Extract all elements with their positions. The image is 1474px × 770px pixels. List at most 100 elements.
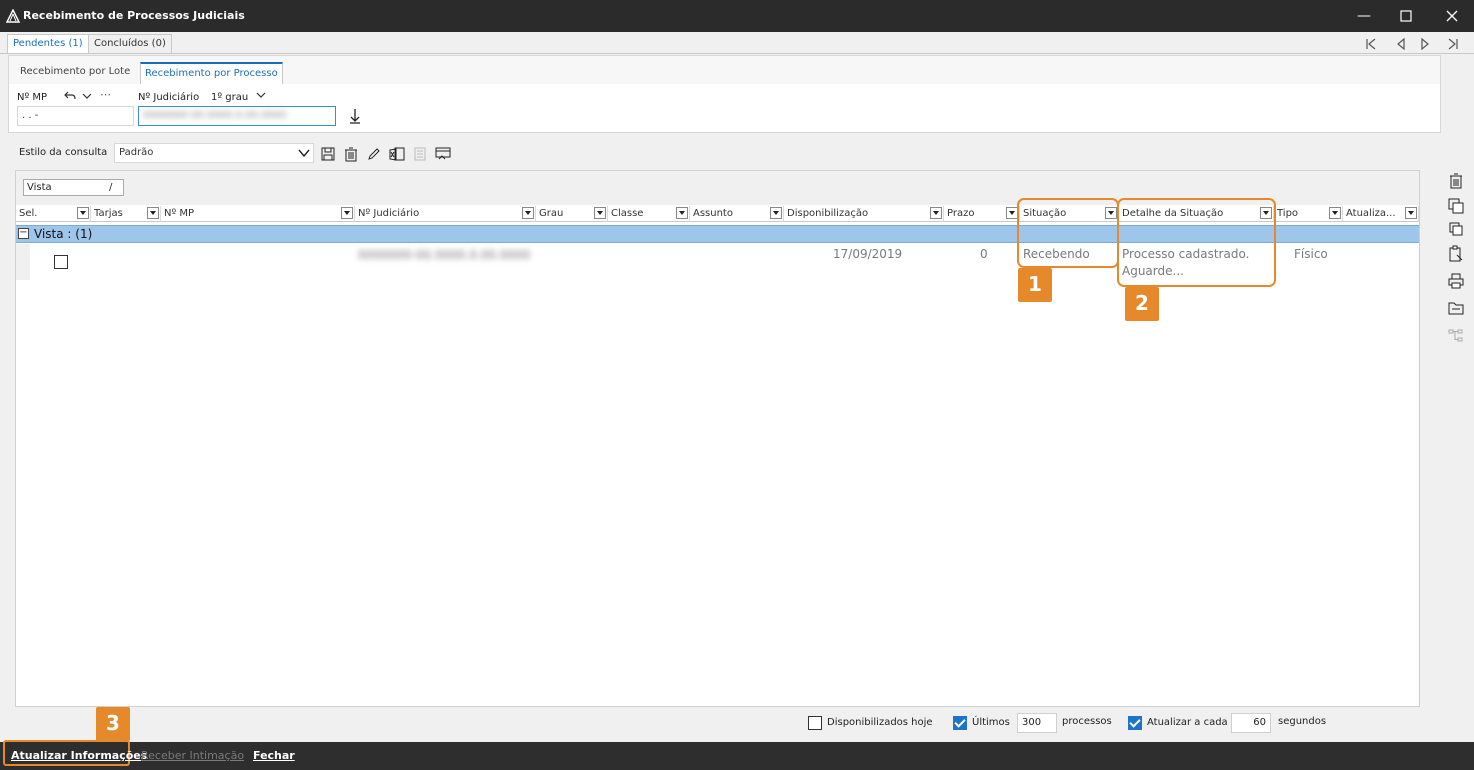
processos-label: processos — [1062, 716, 1112, 727]
side-print-icon[interactable] — [1447, 272, 1465, 290]
edit-icon[interactable] — [366, 146, 382, 162]
side-delete-icon[interactable] — [1447, 172, 1465, 190]
title-bar: Recebimento de Processos Judiciais — — [0, 0, 1474, 32]
atualizar-cada-checkbox[interactable] — [1128, 716, 1142, 730]
col-grau-label: Grau — [539, 208, 564, 219]
col-assunto-label: Assunto — [693, 208, 733, 219]
col-grau-filter-icon[interactable] — [594, 207, 606, 219]
col-tarjas-filter-icon[interactable] — [147, 207, 159, 219]
col-judiciario-filter-icon[interactable] — [522, 207, 534, 219]
last-record-icon[interactable] — [1446, 37, 1460, 51]
first-record-icon[interactable] — [1364, 37, 1378, 51]
tab-divider — [0, 53, 1474, 54]
col-disponibilizacao-label: Disponibilização — [787, 208, 869, 219]
row-tipo: Físico — [1294, 247, 1328, 261]
side-duplicate-icon[interactable] — [1447, 220, 1465, 238]
group-label: Vista : (1) — [34, 227, 93, 241]
callout-highlight-situacao — [1017, 198, 1119, 268]
style-chevron-icon — [298, 149, 310, 158]
col-sel-filter-icon[interactable] — [77, 207, 89, 219]
row-select-checkbox[interactable] — [54, 255, 68, 269]
col-mp-label: Nº MP — [164, 208, 195, 219]
col-grau[interactable]: Grau — [536, 206, 608, 222]
subtab-processo[interactable]: Recebimento por Processo — [140, 62, 283, 84]
subtab-lote[interactable]: Recebimento por Lote — [16, 62, 134, 84]
col-prazo-label: Prazo — [947, 208, 975, 219]
col-classe[interactable]: Classe — [608, 206, 690, 222]
judiciario-value: 0000000-00.0000.0.00.0000 — [143, 110, 287, 121]
side-folder-icon[interactable] — [1447, 299, 1465, 317]
col-assunto[interactable]: Assunto — [690, 206, 784, 222]
col-assunto-filter-icon[interactable] — [770, 207, 782, 219]
side-paste-icon[interactable] — [1447, 245, 1465, 263]
tab-concluidos[interactable]: Concluídos (0) — [88, 34, 172, 54]
collapse-icon[interactable]: − — [18, 228, 29, 239]
col-tipo-label: Tipo — [1277, 208, 1299, 219]
tab-pendentes[interactable]: Pendentes (1) — [7, 34, 89, 54]
mp-input[interactable]: . . - — [17, 106, 134, 126]
more-icon[interactable]: ⋯ — [100, 88, 111, 101]
undo-icon[interactable] — [63, 90, 77, 102]
segundos-label: segundos — [1278, 716, 1327, 727]
atualizar-cada-label: Atualizar a cada — [1147, 717, 1228, 728]
vista-group-chip[interactable]: Vista / — [23, 179, 124, 196]
col-disponibilizacao-filter-icon[interactable] — [930, 207, 942, 219]
ultimos-checkbox[interactable] — [953, 716, 967, 730]
style-select[interactable]: Padrão — [114, 143, 314, 163]
grau-label: 1º grau — [211, 92, 249, 103]
callout-badge-2: 2 — [1125, 287, 1159, 321]
vista-chip-label: Vista — [27, 182, 52, 193]
fechar-button[interactable]: Fechar — [253, 749, 295, 762]
delete-icon[interactable] — [343, 146, 359, 162]
col-sel[interactable]: Sel. — [16, 206, 91, 222]
grau-chevron-icon[interactable] — [255, 90, 267, 100]
callout-badge-1: 1 — [1018, 268, 1052, 302]
row-judiciario: 0000000-00.0000.0.00.0000 — [358, 248, 531, 262]
col-judiciario[interactable]: Nº Judiciário — [355, 206, 536, 222]
callout-badge-3: 3 — [96, 707, 130, 741]
col-tarjas-label: Tarjas — [94, 208, 123, 219]
col-mp-filter-icon[interactable] — [341, 207, 353, 219]
style-label: Estilo da consulta — [19, 147, 108, 158]
side-copy-icon[interactable] — [1447, 197, 1465, 215]
receber-intimacao-button[interactable]: Receber Intimação — [141, 749, 244, 762]
disponibilizados-hoje-checkbox[interactable] — [808, 716, 822, 730]
col-atualiza-label: Atualiza... — [1346, 208, 1396, 219]
col-tipo[interactable]: Tipo — [1274, 206, 1343, 222]
download-icon[interactable] — [348, 107, 362, 125]
row-prazo: 0 — [980, 247, 988, 261]
side-tree-icon — [1448, 329, 1463, 342]
col-prazo[interactable]: Prazo — [944, 206, 1020, 222]
col-tarjas[interactable]: Tarjas — [91, 206, 161, 222]
callout-highlight-detalhe — [1117, 198, 1276, 287]
export-excel-icon[interactable] — [389, 146, 405, 162]
col-atualiza-filter-icon[interactable] — [1405, 207, 1417, 219]
row-indent — [16, 244, 30, 280]
mp-label: Nº MP — [17, 92, 48, 103]
judiciario-label: Nº Judiciário — [138, 92, 200, 103]
close-icon[interactable] — [1442, 6, 1462, 26]
disponibilizados-hoje-label: Disponibilizados hoje — [827, 717, 933, 728]
col-disponibilizacao[interactable]: Disponibilização — [784, 206, 944, 222]
layout-icon[interactable] — [435, 146, 451, 162]
judiciario-input[interactable]: 0000000-00.0000.0.00.0000 — [138, 106, 336, 126]
ultimos-input[interactable]: 300 — [1017, 713, 1057, 733]
save-icon[interactable] — [320, 146, 336, 162]
chevron-down-icon[interactable] — [81, 91, 93, 101]
col-atualiza[interactable]: Atualiza... — [1343, 206, 1419, 222]
prev-record-icon[interactable] — [1394, 37, 1408, 51]
col-sel-label: Sel. — [19, 208, 38, 219]
col-judiciario-label: Nº Judiciário — [358, 208, 420, 219]
col-mp[interactable]: Nº MP — [161, 206, 355, 222]
window-title: Recebimento de Processos Judiciais — [23, 9, 245, 22]
row-disponibilizacao: 17/09/2019 — [833, 247, 903, 261]
atualizar-informacoes-button[interactable]: Atualizar Informações — [11, 749, 147, 762]
maximize-icon[interactable] — [1396, 6, 1416, 26]
app-logo-icon — [6, 9, 20, 23]
ultimos-label: Últimos — [972, 717, 1010, 728]
next-record-icon[interactable] — [1418, 37, 1432, 51]
col-classe-filter-icon[interactable] — [676, 207, 688, 219]
segundos-input[interactable]: 60 — [1231, 713, 1271, 733]
col-tipo-filter-icon[interactable] — [1329, 207, 1341, 219]
minimize-icon[interactable]: — — [1354, 6, 1374, 26]
